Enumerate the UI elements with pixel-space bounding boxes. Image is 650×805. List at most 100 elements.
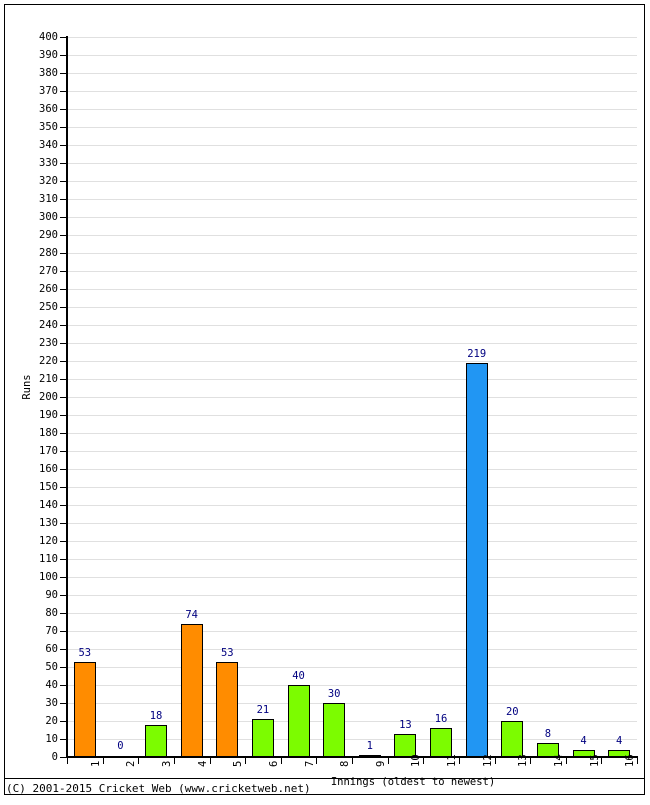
y-axis-tick-label: 190 [39,409,58,421]
y-axis-tick-label: 320 [39,175,58,187]
x-axis-tick [316,757,318,764]
y-axis-tick [60,199,67,200]
y-axis-tick-label: 110 [39,553,58,565]
y-axis-tick [60,55,67,56]
bar[interactable] [430,728,453,757]
bar-slot: 13 [388,37,424,757]
bar[interactable] [323,703,346,757]
y-axis-tick [60,37,67,38]
y-axis-tick-label: 20 [45,715,58,727]
y-axis-tick-label: 50 [45,661,58,673]
x-axis-tick-label: 8 [339,760,352,767]
bar[interactable] [145,724,168,757]
x-axis-tick-label: 14 [552,754,565,767]
copyright-text: (C) 2001-2015 Cricket Web (www.cricketwe… [6,782,311,795]
bar-slot: 21 [245,37,281,757]
y-axis-tick-label: 260 [39,283,58,295]
x-axis-tick [245,757,247,764]
y-axis-tick-label: 130 [39,517,58,529]
y-axis-tick [60,667,67,668]
y-axis-tick-label: 10 [45,733,58,745]
y-axis-tick-label: 240 [39,319,58,331]
y-axis-tick-label: 90 [45,589,58,601]
y-axis-tick [60,253,67,254]
bar-value-label: 53 [220,646,234,659]
bar-value-label: 219 [467,347,487,360]
y-axis-tick [60,379,67,380]
bar[interactable] [287,685,310,757]
y-axis-tick-label: 180 [39,427,58,439]
y-axis-tick [60,451,67,452]
bar-slot: 53 [67,37,103,757]
bar-slot: 16 [423,37,459,757]
x-axis-tick [565,757,567,764]
y-axis-tick [60,109,67,110]
y-axis-tick-label: 80 [45,607,58,619]
bar-value-label: 53 [78,646,92,659]
y-axis-tick [60,721,67,722]
x-axis-tick-label: 16 [624,754,637,767]
y-axis-tick-label: 230 [39,337,58,349]
bar-value-label: 4 [580,734,587,747]
bar[interactable] [73,661,96,757]
y-axis-tick-label: 360 [39,103,58,115]
x-axis-tick [601,757,603,764]
y-axis-title: Runs [21,374,33,400]
x-axis-tick-label: 7 [303,760,316,767]
y-axis-tick-label: 60 [45,643,58,655]
x-axis-tick-label: 13 [517,754,530,767]
x-axis-tick [387,757,389,764]
y-axis-tick [60,703,67,704]
bar-slot: 20 [495,37,531,757]
y-axis-tick-label: 300 [39,211,58,223]
bar-slot: 219 [459,37,495,757]
bar[interactable] [180,623,203,757]
x-axis-tick [494,757,496,764]
bar[interactable] [501,721,524,757]
y-axis-tick [60,163,67,164]
y-axis-tick-label: 330 [39,157,58,169]
bar-slot: 30 [316,37,352,757]
y-axis-tick [60,145,67,146]
y-axis-tick-label: 140 [39,499,58,511]
y-axis-tick-label: 30 [45,697,58,709]
bar-value-label: 1 [366,740,373,752]
bar-slot: 74 [174,37,210,757]
x-axis-tick-label: 12 [481,754,494,767]
y-axis-tick [60,685,67,686]
y-axis-tick [60,739,67,740]
y-axis-tick [60,271,67,272]
y-axis-tick [60,757,67,758]
bar-value-label: 8 [544,727,552,740]
y-axis-tick [60,613,67,614]
bar-slot: 4 [566,37,602,757]
y-axis-tick-label: 210 [39,373,58,385]
y-axis-tick-label: 0 [51,751,58,763]
x-axis-tick [102,757,104,764]
bar[interactable] [216,661,239,757]
x-axis-tick [423,757,425,764]
bar-value-label: 16 [434,713,448,726]
y-axis-tick [60,505,67,506]
x-axis-tick [458,757,460,764]
bar-value-label: 13 [399,718,412,731]
plot-area: 53 0 18 74 53 21 40 30 1 13 16 219 20 8 4 4 [67,37,637,758]
bar-value-label: 21 [256,704,270,717]
x-axis-tick [67,757,68,764]
y-axis-tick [60,235,67,236]
x-axis-tick [173,757,175,764]
bar[interactable] [465,362,488,757]
x-axis-tick-label: 3 [161,760,174,767]
bar-slot: 8 [530,37,566,757]
y-axis-tick-label: 220 [39,355,58,367]
bar-value-label: 4 [616,734,623,747]
y-axis-tick-label: 200 [39,391,58,403]
x-axis-tick-label: 1 [89,760,102,767]
footer-separator [4,778,645,779]
y-axis-tick [60,325,67,326]
bar-slot: 4 [601,37,637,757]
bar-value-label: 20 [505,706,519,718]
bar[interactable] [251,719,274,757]
x-axis-tick [138,757,140,764]
bar-slot: 53 [210,37,246,757]
